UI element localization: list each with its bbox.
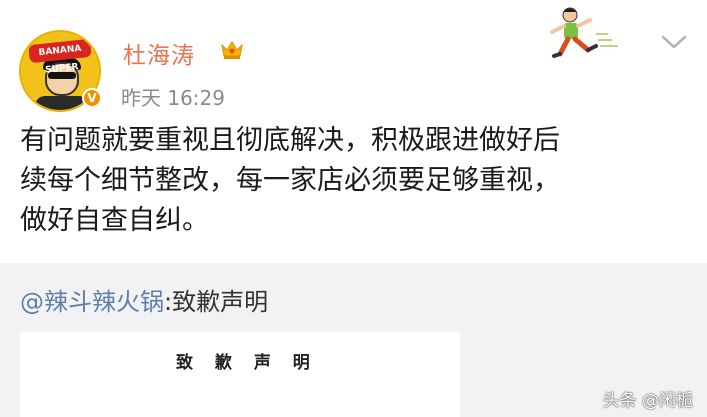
weibo-post: BANANA SUPER V 杜海涛 昨天 16:29 有问题就要重视且彻底解决… [0,0,707,263]
verified-badge-icon: V [82,88,102,108]
content-line: 做好自查自纠。 [20,205,209,236]
watermark: 头条 @闲栀 [602,391,693,411]
document-heading: 致 歉 声 明 [176,353,318,373]
runner-icon [550,7,618,58]
avatar-banner-text: BANANA SUPER [28,38,92,76]
chevron-down-icon[interactable] [660,34,688,50]
apology-document-image[interactable] [20,332,460,417]
content-line: 续每个细节整改，每一家店必须要足够重视， [20,165,560,196]
post-timestamp: 昨天 16:29 [121,86,225,110]
content-line: 有问题就要重视且彻底解决，积极跟进做好后 [20,125,560,156]
repost-title[interactable]: @辣斗辣火锅:致歉声明 [20,282,268,317]
mention-link[interactable]: @辣斗辣火锅 [20,288,164,316]
avatar-body [35,96,89,110]
repost-separator: : [164,288,173,316]
repost-title-text: 致歉声明 [172,288,269,316]
crown-icon [221,41,243,59]
author-name[interactable]: 杜海涛 [123,36,195,70]
post-content: 有问题就要重视且彻底解决，积极跟进做好后 续每个细节整改，每一家店必须要足够重视… [20,121,695,241]
